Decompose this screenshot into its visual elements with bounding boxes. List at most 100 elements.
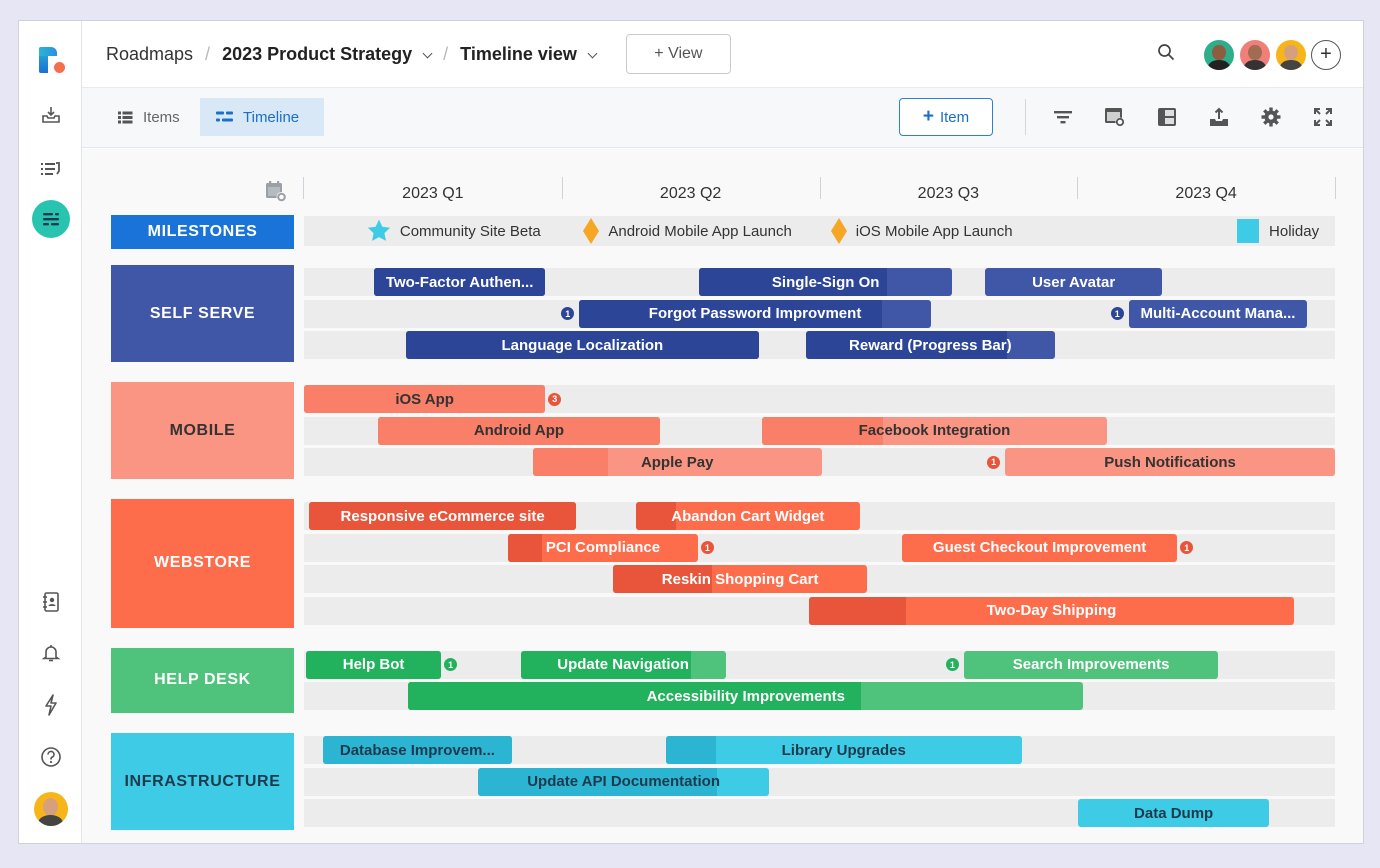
breadcrumb-separator: / [443, 44, 448, 65]
breadcrumb-view[interactable]: Timeline view [460, 44, 596, 65]
timeline-bar[interactable]: Two-Factor Authen... [374, 268, 545, 296]
quarter-header: 2023 Q4 [1077, 179, 1335, 209]
add-item-button[interactable]: +Item [899, 98, 993, 136]
quarter-divider [562, 177, 563, 199]
timeline-bar[interactable]: Help Bot [306, 651, 441, 679]
bar-label: Facebook Integration [859, 422, 1011, 439]
timeline-bar[interactable]: Responsive eCommerce site [309, 502, 576, 530]
timeline-bar[interactable]: Abandon Cart Widget [636, 502, 860, 530]
breadcrumb-roadmap[interactable]: 2023 Product Strategy [222, 44, 431, 65]
progress-fill [508, 534, 542, 562]
dependency-badge[interactable]: 1 [946, 658, 959, 671]
add-collaborator-button[interactable]: + [1311, 40, 1341, 70]
timeline-bar[interactable]: User Avatar [985, 268, 1161, 296]
timeline-bar[interactable]: Reskin Shopping Cart [613, 565, 867, 593]
group-label[interactable]: INFRASTRUCTURE [111, 733, 294, 830]
tab-items-label: Items [143, 109, 180, 126]
contacts-icon[interactable] [19, 584, 82, 620]
dependency-badge[interactable]: 1 [701, 541, 714, 554]
calendar-settings-icon[interactable] [264, 179, 288, 208]
group-label[interactable]: WEBSTORE [111, 499, 294, 628]
sidebar-item-timeline[interactable] [19, 201, 82, 237]
swimlane [304, 768, 1335, 796]
group-label-milestones[interactable]: MILESTONES [111, 215, 294, 249]
add-view-button[interactable]: + View [626, 34, 731, 74]
progress-fill [636, 502, 676, 530]
timeline-bar[interactable]: Reward (Progress Bar) [806, 331, 1054, 359]
timeline-bar[interactable]: iOS App [304, 385, 545, 413]
timeline-bar[interactable]: Android App [378, 417, 659, 445]
milestone[interactable]: Community Site Beta [366, 217, 541, 245]
dependency-badge[interactable]: 1 [1111, 307, 1124, 320]
diamond-icon [830, 217, 848, 245]
bar-label: Update API Documentation [527, 773, 720, 790]
dependency-badge[interactable]: 3 [548, 393, 561, 406]
bar-label: Data Dump [1134, 805, 1213, 822]
collaborator-avatar[interactable] [1203, 39, 1235, 71]
bar-label: PCI Compliance [546, 539, 660, 556]
breadcrumb-view-label: Timeline view [460, 44, 577, 64]
bar-label: Search Improvements [1013, 656, 1170, 673]
group-label[interactable]: MOBILE [111, 382, 294, 479]
quarter-divider [1077, 177, 1078, 199]
tab-items[interactable]: Items [102, 98, 196, 136]
bar-label: iOS App [395, 391, 454, 408]
bar-label: Single-Sign On [772, 274, 880, 291]
milestone[interactable]: Android Mobile App Launch [582, 217, 791, 245]
timeline-bar[interactable]: PCI Compliance [508, 534, 698, 562]
milestone[interactable]: Holiday [1237, 217, 1319, 245]
dependency-badge[interactable]: 1 [987, 456, 1000, 469]
user-avatar[interactable] [19, 791, 82, 827]
bar-label: Two-Day Shipping [987, 602, 1117, 619]
star-icon [366, 218, 392, 244]
settings-icon[interactable] [1258, 104, 1284, 130]
milestone-label: iOS Mobile App Launch [856, 223, 1013, 240]
bar-label: Library Upgrades [782, 742, 906, 759]
layout-icon[interactable] [1154, 104, 1180, 130]
timeline-bar[interactable]: Apple Pay [533, 448, 822, 476]
quarter-header: 2023 Q3 [820, 179, 1078, 209]
timeline-bar[interactable]: Library Upgrades [666, 736, 1022, 764]
timeline-bar[interactable]: Update Navigation [521, 651, 726, 679]
group-label[interactable]: SELF SERVE [111, 265, 294, 362]
import-icon[interactable] [19, 97, 82, 133]
collaborator-avatar[interactable] [1239, 39, 1271, 71]
export-icon[interactable] [1206, 104, 1232, 130]
milestone-label: Android Mobile App Launch [608, 223, 791, 240]
timeline-bar[interactable]: Data Dump [1078, 799, 1269, 827]
diamond-icon [582, 217, 600, 245]
timeline-bar[interactable]: Two-Day Shipping [809, 597, 1294, 625]
collaborator-avatar[interactable] [1275, 39, 1307, 71]
lightning-icon[interactable] [19, 687, 82, 723]
breadcrumb-roadmap-label: 2023 Product Strategy [222, 44, 412, 64]
roadmunk-logo-icon[interactable] [39, 47, 65, 75]
bar-label: Abandon Cart Widget [671, 508, 824, 525]
filter-icon[interactable] [1050, 104, 1076, 130]
bell-icon[interactable] [19, 635, 82, 671]
bar-label: Reward (Progress Bar) [849, 337, 1012, 354]
bar-label: Multi-Account Mana... [1140, 305, 1295, 322]
breadcrumb-roadmaps[interactable]: Roadmaps [106, 44, 193, 65]
list-icon[interactable] [19, 151, 82, 187]
calendar-settings-icon[interactable] [1102, 104, 1128, 130]
timeline-bar[interactable]: Forgot Password Improvment [579, 300, 931, 328]
quarter-divider [303, 177, 304, 199]
timeline-bar[interactable]: Database Improvem... [323, 736, 513, 764]
timeline-bar[interactable]: Push Notifications [1005, 448, 1335, 476]
search-icon[interactable] [1157, 43, 1175, 66]
timeline-bar[interactable]: Language Localization [406, 331, 759, 359]
timeline-bar[interactable]: Update API Documentation [478, 768, 769, 796]
timeline-bar[interactable]: Guest Checkout Improvement [902, 534, 1177, 562]
plus-icon: + [923, 106, 934, 128]
fullscreen-icon[interactable] [1310, 104, 1336, 130]
timeline-bar[interactable]: Facebook Integration [762, 417, 1107, 445]
timeline-bar[interactable]: Accessibility Improvements [408, 682, 1083, 710]
group-label[interactable]: HELP DESK [111, 648, 294, 714]
tab-timeline[interactable]: Timeline [200, 98, 324, 136]
help-icon[interactable] [19, 739, 82, 775]
timeline-bar[interactable]: Single-Sign On [699, 268, 953, 296]
milestone[interactable]: iOS Mobile App Launch [830, 217, 1013, 245]
timeline-bar[interactable]: Multi-Account Mana... [1129, 300, 1307, 328]
breadcrumb-separator: / [205, 44, 210, 65]
timeline-bar[interactable]: Search Improvements [964, 651, 1219, 679]
